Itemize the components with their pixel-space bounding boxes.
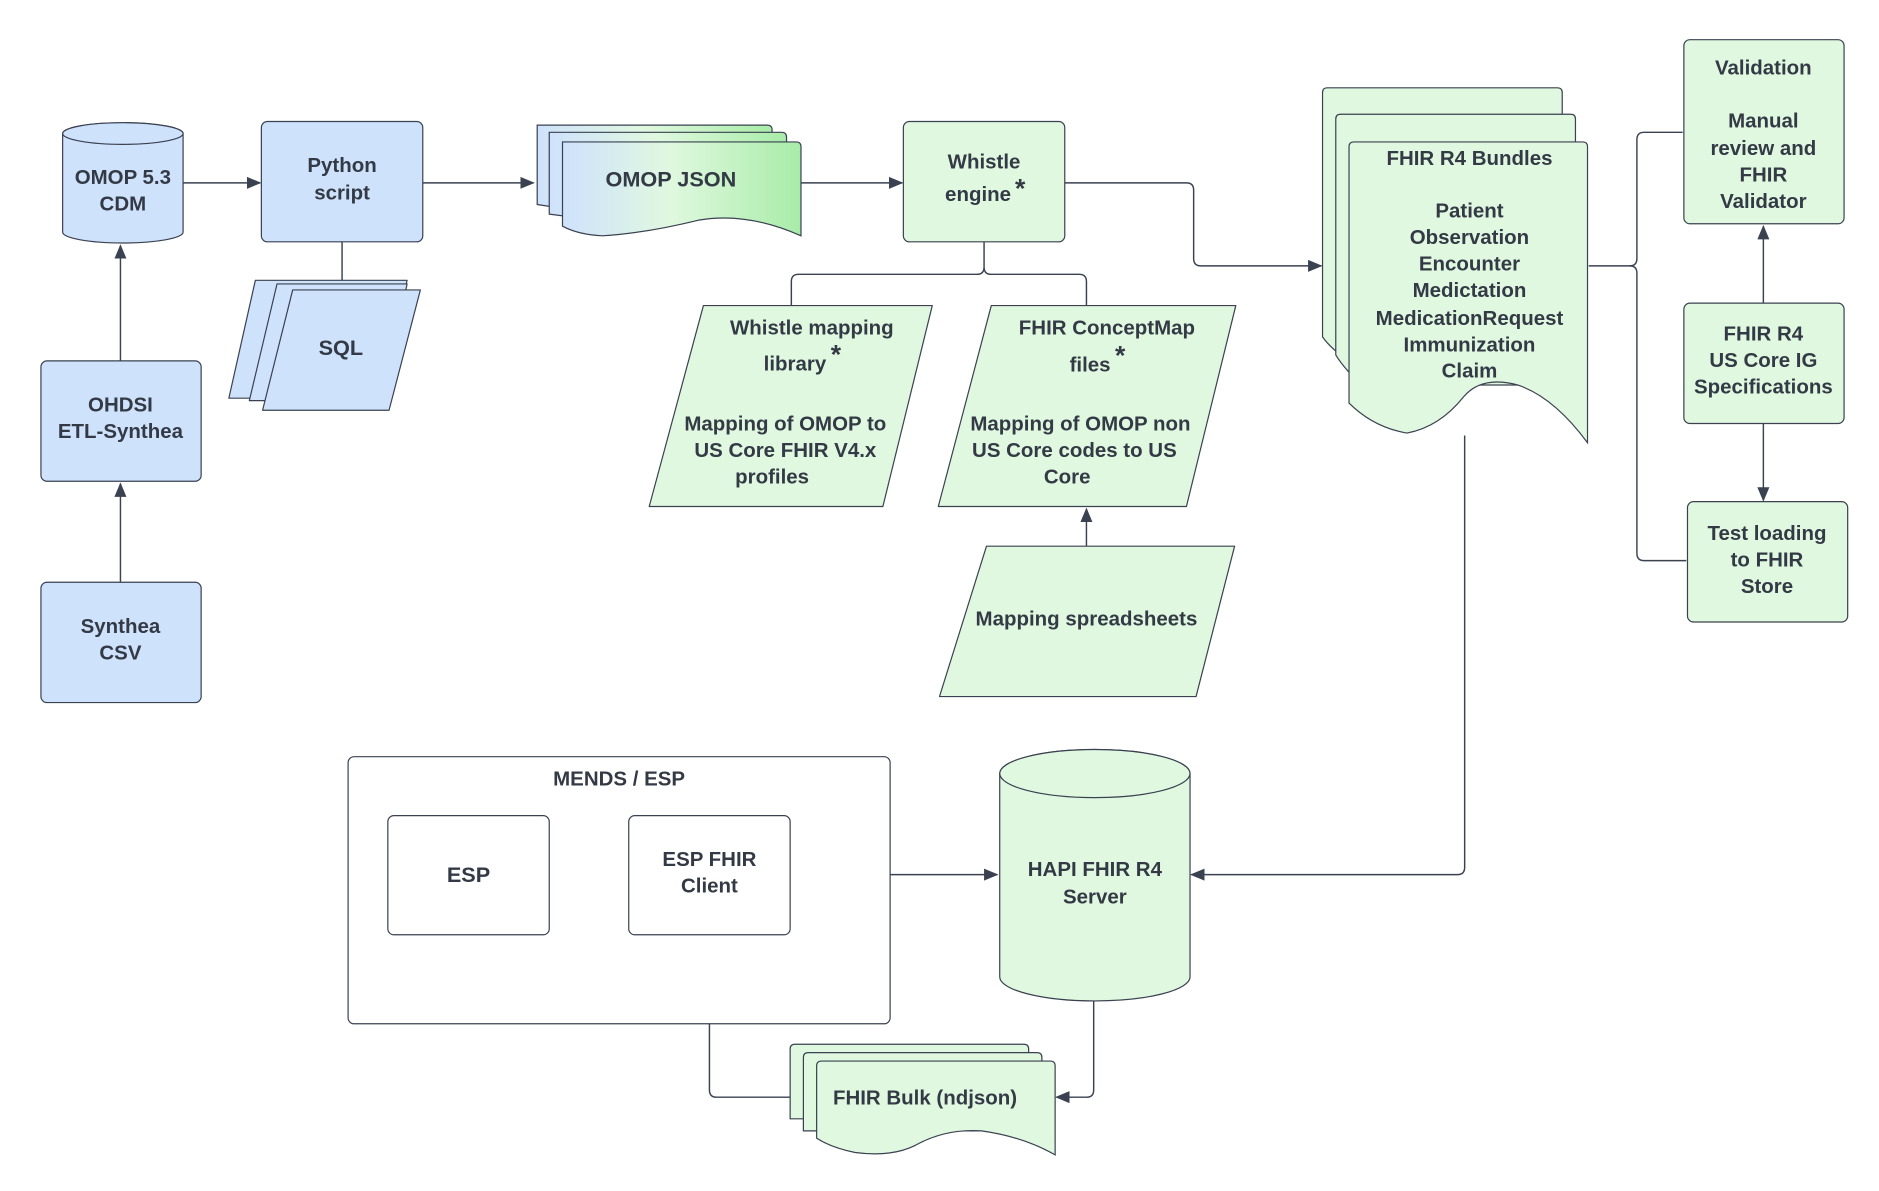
- whistle-engine-line2: engine: [945, 183, 1011, 206]
- ohdsi-etl-line1: OHDSI: [88, 393, 153, 416]
- validation-title: Validation: [1715, 57, 1812, 80]
- whistle-engine-line1: Whistle: [948, 150, 1021, 173]
- asterisk-icon: *: [831, 339, 842, 369]
- asterisk-icon: *: [1115, 341, 1126, 371]
- edge-hapi-to-bulk: [1055, 1000, 1095, 1104]
- whistle-mapping-library-node[interactable]: Whistle mapping library * Mapping of OMO…: [648, 304, 933, 508]
- us-core-ig-line: FHIR R4: [1724, 322, 1804, 345]
- esp-label: ESP: [447, 862, 490, 887]
- omop-json-node[interactable]: OMOP JSON: [536, 124, 802, 237]
- fhir-bundles-item: Medictation: [1413, 279, 1527, 302]
- fhir-bundles-item: Claim: [1442, 360, 1498, 383]
- mends-esp-title: MENDS / ESP: [553, 768, 685, 791]
- omop-cdm-line2: CDM: [100, 193, 147, 216]
- esp-fhir-client-line1: ESP FHIR: [662, 848, 756, 871]
- validation-line: review and: [1710, 137, 1816, 160]
- edge-whistle-to-libraries: [790, 241, 1088, 306]
- conceptmap-title-line2: files: [1070, 354, 1111, 377]
- validation-line: Manual: [1728, 110, 1799, 133]
- omop-cdm-node[interactable]: OMOP 5.3 CDM: [62, 122, 184, 244]
- conceptmap-desc-line2: US Core codes to US: [972, 439, 1177, 462]
- us-core-ig-line: US Core IG: [1709, 349, 1817, 372]
- esp-node[interactable]: ESP: [387, 815, 550, 936]
- edge-whistle-to-bundles: [1064, 182, 1323, 272]
- whistle-library-desc-line2: US Core FHIR V4.x: [694, 439, 877, 462]
- fhir-bundles-item: Observation: [1410, 226, 1529, 249]
- ohdsi-etl-line2: ETL-Synthea: [58, 420, 184, 443]
- us-core-ig-node[interactable]: FHIR R4 US Core IG Specifications: [1683, 302, 1845, 425]
- fhir-bundles-title: FHIR R4 Bundles: [1386, 147, 1552, 170]
- validation-line: Validator: [1720, 190, 1806, 213]
- sql-node[interactable]: SQL: [228, 279, 421, 411]
- fhir-conceptmap-files-node[interactable]: FHIR ConceptMap files * Mapping of OMOP …: [937, 304, 1237, 508]
- synthea-csv-line1: Synthea: [81, 615, 161, 638]
- conceptmap-desc-line1: Mapping of OMOP non: [970, 413, 1190, 436]
- edge-bundles-to-validation: [1588, 131, 1683, 267]
- whistle-library-desc-line3: profiles: [735, 466, 809, 489]
- edge-bundles-to-hapi: [1190, 435, 1466, 881]
- conceptmap-desc-line3: Core: [1044, 466, 1091, 489]
- synthea-csv-line2: CSV: [99, 641, 141, 664]
- fhir-bundles-item: Immunization: [1404, 333, 1536, 356]
- validation-line: FHIR: [1739, 164, 1787, 187]
- cylinder-top: [62, 122, 184, 145]
- whistle-library-title-line1: Whistle mapping: [730, 316, 894, 339]
- esp-fhir-client-node[interactable]: ESP FHIR Client: [628, 815, 791, 936]
- sql-label: SQL: [319, 335, 364, 360]
- validation-node[interactable]: Validation Manual review and FHIR Valida…: [1683, 39, 1845, 225]
- hapi-line2: Server: [1063, 885, 1127, 908]
- whistle-library-desc-line1: Mapping of OMOP to: [684, 413, 886, 436]
- test-loading-node[interactable]: Test loading to FHIR Store: [1686, 501, 1849, 623]
- fhir-bundles-item: Patient: [1435, 200, 1503, 223]
- edge-bundles-to-test-loading: [1629, 265, 1687, 562]
- fhir-bulk-label: FHIR Bulk (ndjson): [833, 1086, 1017, 1109]
- test-loading-line: to FHIR: [1731, 549, 1804, 572]
- fhir-bundles-item: MedicationRequest: [1376, 307, 1564, 330]
- fhir-r4-bundles-node[interactable]: FHIR R4 Bundles Patient Observation Enco…: [1321, 87, 1589, 445]
- cylinder-top: [999, 748, 1191, 799]
- mapping-spreadsheets-node[interactable]: Mapping spreadsheets: [938, 545, 1236, 698]
- conceptmap-title-line1: FHIR ConceptMap: [1019, 316, 1195, 339]
- test-loading-line: Store: [1741, 575, 1793, 598]
- asterisk-icon: *: [1015, 173, 1026, 203]
- ohdsi-etl-node[interactable]: OHDSI ETL-Synthea: [40, 360, 202, 482]
- omop-cdm-line1: OMOP 5.3: [75, 166, 171, 189]
- etl-pipeline-diagram: OMOP 5.3 CDM Python script SQL OHDSI ETL…: [40, 39, 1849, 1156]
- python-script-node[interactable]: Python script: [260, 120, 424, 243]
- whistle-engine-node[interactable]: Whistle engine *: [902, 120, 1066, 243]
- fhir-bundles-item: Encounter: [1419, 253, 1520, 276]
- us-core-ig-line: Specifications: [1694, 375, 1833, 398]
- esp-fhir-client-line2: Client: [681, 875, 738, 898]
- fhir-bulk-node[interactable]: FHIR Bulk (ndjson): [789, 1043, 1056, 1156]
- hapi-fhir-server-node[interactable]: HAPI FHIR R4 Server: [999, 748, 1191, 1002]
- python-script-line2: script: [314, 182, 370, 205]
- test-loading-line: Test loading: [1707, 522, 1826, 545]
- synthea-csv-node[interactable]: Synthea CSV: [40, 581, 202, 704]
- omop-json-label: OMOP JSON: [605, 166, 736, 191]
- hapi-line1: HAPI FHIR R4: [1028, 858, 1163, 881]
- python-script-line1: Python: [307, 154, 376, 177]
- whistle-library-title-line2: library: [764, 353, 827, 376]
- mapping-spreadsheets-label: Mapping spreadsheets: [976, 608, 1198, 631]
